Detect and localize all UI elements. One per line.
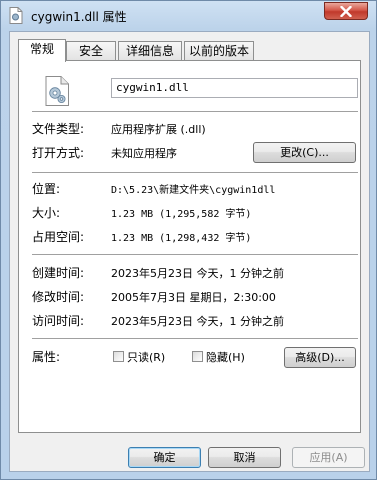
readonly-checkbox[interactable] [113,351,124,362]
close-button[interactable] [324,2,368,20]
size-label: 大小: [32,206,61,220]
file-name-field[interactable]: cygwin1.dll [111,78,358,98]
ok-button[interactable]: 确定 [128,447,201,468]
size-value: 1.23 MB (1,295,582 字节) [111,209,252,220]
tab-previous-versions[interactable]: 以前的版本 [184,41,254,60]
created-value: 2023年5月23日 今天，1 分钟之前 [111,267,284,280]
divider [32,338,358,340]
window-title: cygwin1.dll 属性 [31,10,127,24]
modified-value: 2005年7月3日 星期日，2:30:00 [111,291,276,304]
tab-security[interactable]: 安全 [66,41,116,60]
dialog-client-area: 常规 安全 详细信息 以前的版本 cygwin1.dll 文件类型: 应用程序扩… [9,31,370,472]
hidden-label[interactable]: 隐藏(H) [206,349,245,365]
size-on-disk-value: 1.23 MB (1,298,432 字节) [111,233,252,244]
hidden-checkbox[interactable] [192,351,203,362]
attributes-label: 属性: [32,350,61,364]
divider [32,172,358,174]
divider [32,254,358,256]
tab-general[interactable]: 常规 [18,39,66,62]
open-with-value: 未知应用程序 [111,147,177,160]
modified-label: 修改时间: [32,290,85,304]
close-icon [340,6,352,17]
readonly-label[interactable]: 只读(R) [127,349,165,365]
created-label: 创建时间: [32,266,85,280]
divider [32,111,358,113]
advanced-button[interactable]: 高级(D)... [284,347,356,368]
dll-file-large-icon [44,76,70,109]
tab-details[interactable]: 详细信息 [118,41,182,60]
location-value: D:\5.23\新建文件夹\cygwin1dll [111,185,276,196]
file-type-value: 应用程序扩展 (.dll) [111,123,206,136]
title-bar[interactable]: cygwin1.dll 属性 [1,1,376,31]
accessed-value: 2023年5月23日 今天，1 分钟之前 [111,315,284,328]
file-type-label: 文件类型: [32,122,85,136]
change-button[interactable]: 更改(C)... [253,142,356,163]
properties-window: cygwin1.dll 属性 常规 安全 详细信息 以前的版本 cygwin1.… [0,0,377,480]
apply-button[interactable]: 应用(A) [292,447,365,468]
open-with-label: 打开方式: [32,146,85,160]
size-on-disk-label: 占用空间: [32,230,85,244]
accessed-label: 访问时间: [32,314,85,328]
dll-file-icon [9,7,23,24]
cancel-button[interactable]: 取消 [208,447,281,468]
location-label: 位置: [32,182,61,196]
general-tab-panel: cygwin1.dll 文件类型: 应用程序扩展 (.dll) 打开方式: 未知… [18,60,361,433]
